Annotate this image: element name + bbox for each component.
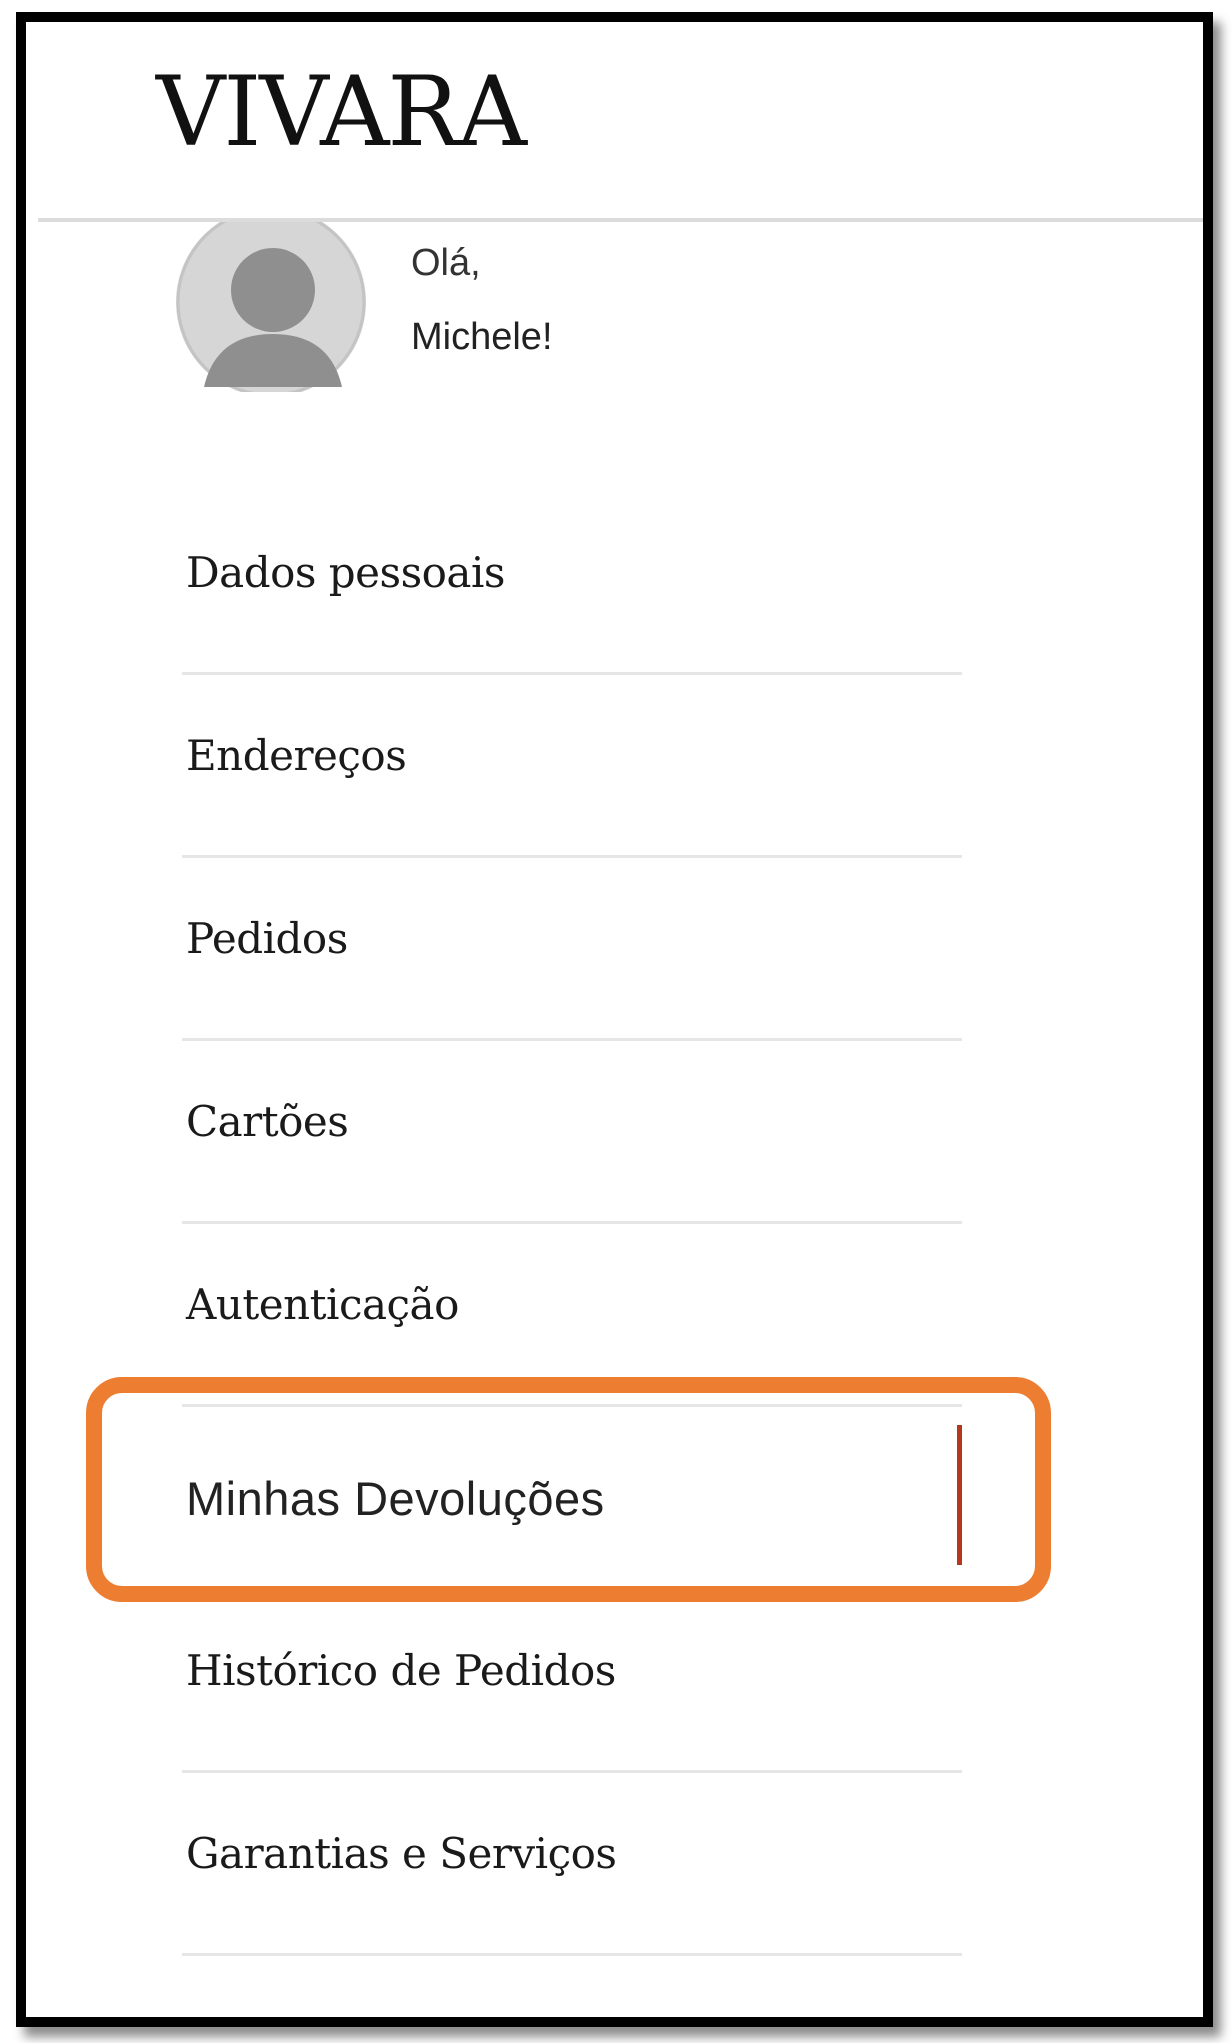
- menu-item-label: Autenticação: [186, 1280, 459, 1329]
- menu-item-garantias-e-servicos[interactable]: Garantias e Serviços: [182, 1773, 962, 1956]
- vivara-logo[interactable]: VIVARA: [156, 64, 527, 160]
- greeting-text: Olá,: [411, 242, 481, 284]
- menu-item-historico-de-pedidos[interactable]: Histórico de Pedidos: [182, 1590, 962, 1773]
- user-name: Michele!: [411, 316, 553, 358]
- menu-item-label: Garantias e Serviços: [186, 1829, 617, 1878]
- menu-item-dados-pessoais[interactable]: Dados pessoais: [182, 492, 962, 675]
- account-menu: Dados pessoais Endereços Pedidos Cartões…: [182, 492, 962, 1956]
- menu-item-enderecos[interactable]: Endereços: [182, 675, 962, 858]
- menu-item-label: Minhas Devoluções: [186, 1472, 605, 1525]
- active-indicator: [957, 1425, 962, 1565]
- menu-item-cartoes[interactable]: Cartões: [182, 1041, 962, 1224]
- menu-item-pedidos[interactable]: Pedidos: [182, 858, 962, 1041]
- menu-item-minhas-devolucoes[interactable]: Minhas Devoluções: [182, 1407, 962, 1590]
- screenshot-frame: VIVARA Olá, Michele! Dados pessoais Ende…: [16, 12, 1213, 2027]
- menu-item-label: Histórico de Pedidos: [186, 1646, 616, 1695]
- menu-item-label: Pedidos: [186, 914, 348, 963]
- user-avatar-icon[interactable]: [176, 222, 366, 392]
- menu-item-label: Dados pessoais: [186, 548, 505, 597]
- menu-item-label: Cartões: [186, 1097, 349, 1146]
- menu-item-label: Endereços: [186, 731, 407, 780]
- menu-item-autenticacao[interactable]: Autenticação: [182, 1224, 962, 1407]
